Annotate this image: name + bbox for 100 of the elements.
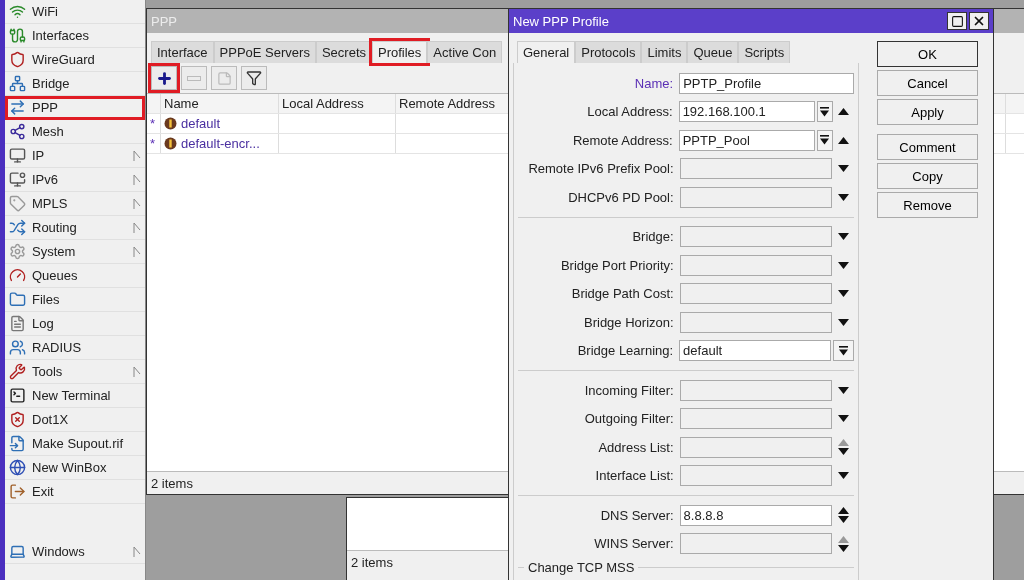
- input-field[interactable]: [679, 254, 833, 276]
- column-header[interactable]: Name: [161, 94, 279, 113]
- profile-icon: [164, 117, 177, 130]
- menu-item[interactable]: Make Supout.rif: [5, 432, 145, 456]
- up-down-arrows-icon[interactable]: [837, 535, 849, 552]
- input-field[interactable]: [679, 379, 833, 401]
- input-field[interactable]: default: [679, 340, 832, 362]
- menu-item[interactable]: Windows: [5, 540, 145, 564]
- close-button[interactable]: [969, 12, 989, 30]
- add-button[interactable]: [151, 66, 177, 90]
- field-label: Remote IPv6 Prefix Pool:: [527, 161, 675, 177]
- cable-icon: [9, 27, 26, 44]
- down-arrow-icon[interactable]: [837, 193, 849, 201]
- dialog-button[interactable]: Comment: [877, 134, 978, 160]
- field-label: Bridge Learning:: [576, 343, 675, 359]
- profile-icon: [164, 137, 177, 150]
- field-label: Bridge Horizon:: [583, 314, 675, 330]
- menu-item[interactable]: Files: [5, 288, 145, 312]
- dialog-button[interactable]: Apply: [877, 99, 978, 125]
- gear-icon: [9, 243, 26, 260]
- input-field[interactable]: 192.168.100.1: [678, 101, 815, 123]
- up-arrow-icon[interactable]: [837, 108, 849, 116]
- users-icon: [9, 339, 26, 356]
- menu-item[interactable]: RADIUS: [5, 336, 145, 360]
- menu-item[interactable]: Mesh: [5, 120, 145, 144]
- tag-icon: [9, 195, 26, 212]
- input-field[interactable]: 8.8.8.8: [679, 504, 833, 526]
- dialog-button[interactable]: Cancel: [877, 70, 978, 96]
- menu-item[interactable]: New WinBox: [5, 456, 145, 480]
- menu-item[interactable]: IPv6: [5, 168, 145, 192]
- dropdown-button[interactable]: [817, 129, 833, 151]
- menu-item[interactable]: WireGuard: [5, 48, 145, 72]
- menu-item[interactable]: System: [5, 240, 145, 264]
- dropdown-button[interactable]: [833, 340, 854, 362]
- field-label: Name:: [633, 75, 675, 91]
- input-field[interactable]: PPTP_Pool: [678, 129, 815, 151]
- menu-item[interactable]: WiFi: [5, 0, 145, 24]
- input-field[interactable]: [679, 311, 833, 333]
- down-arrow-icon[interactable]: [837, 318, 849, 326]
- menu-item[interactable]: Log: [5, 312, 145, 336]
- down-arrow-icon[interactable]: [837, 472, 849, 480]
- field-label: Bridge Path Cost:: [570, 286, 675, 302]
- up-down-arrows-icon[interactable]: [837, 439, 849, 456]
- input-field[interactable]: [679, 465, 833, 487]
- field-label: Remote Address:: [571, 132, 674, 148]
- maximize-button[interactable]: [947, 12, 967, 30]
- menu-item[interactable]: Interfaces: [5, 24, 145, 48]
- menu-item[interactable]: Routing: [5, 216, 145, 240]
- laptop-icon: [9, 543, 26, 560]
- dropdown-icon: [820, 106, 830, 117]
- input-field[interactable]: [679, 158, 833, 180]
- tab[interactable]: PPPoE Servers: [213, 41, 316, 63]
- down-arrow-icon[interactable]: [837, 261, 849, 269]
- network-icon: [9, 75, 26, 92]
- column-header[interactable]: Local Address: [279, 94, 396, 113]
- menu-item[interactable]: Tools: [5, 360, 145, 384]
- menu-item[interactable]: MPLS: [5, 192, 145, 216]
- field-label: Local Address:: [586, 104, 674, 120]
- input-field[interactable]: [679, 226, 833, 248]
- dialog-button[interactable]: Copy: [877, 163, 978, 189]
- menu-item[interactable]: Queues: [5, 264, 145, 288]
- down-arrow-icon[interactable]: [837, 386, 849, 394]
- tab[interactable]: General: [517, 41, 576, 63]
- input-field[interactable]: [679, 283, 833, 305]
- table-cell: *: [147, 114, 161, 133]
- tab[interactable]: Interface: [151, 41, 214, 63]
- note-icon: [216, 70, 232, 86]
- filter-button[interactable]: [241, 66, 267, 90]
- tab[interactable]: Scripts: [738, 41, 791, 63]
- tab[interactable]: Queue: [687, 41, 739, 63]
- up-down-arrows-icon[interactable]: [837, 507, 849, 524]
- input-field[interactable]: [679, 408, 833, 430]
- field-label: WINS Server:: [593, 536, 675, 552]
- tab[interactable]: Protocols: [575, 41, 642, 63]
- menu-item[interactable]: PPP: [5, 96, 145, 120]
- exit-icon: [9, 483, 26, 500]
- menu-item[interactable]: Bridge: [5, 72, 145, 96]
- input-field[interactable]: [679, 533, 833, 555]
- dropdown-button[interactable]: [817, 101, 833, 123]
- down-arrow-icon[interactable]: [837, 290, 849, 298]
- down-arrow-icon[interactable]: [837, 165, 849, 173]
- dialog-button[interactable]: OK: [877, 41, 978, 67]
- input-field[interactable]: [679, 186, 833, 208]
- menu-item[interactable]: Dot1X: [5, 408, 145, 432]
- tab[interactable]: Limits: [641, 41, 688, 63]
- dialog-button[interactable]: Remove: [877, 192, 978, 218]
- input-field[interactable]: PPTP_Profile: [679, 72, 854, 94]
- menu-item[interactable]: New Terminal: [5, 384, 145, 408]
- tab[interactable]: Profiles: [372, 41, 428, 63]
- up-arrow-icon[interactable]: [837, 136, 849, 144]
- field-label: DNS Server:: [599, 507, 675, 523]
- down-arrow-icon[interactable]: [837, 233, 849, 241]
- tab[interactable]: Active Con: [427, 41, 503, 63]
- arrows-icon: [9, 99, 26, 116]
- field-label: DHCPv6 PD Pool:: [567, 189, 675, 205]
- input-field[interactable]: [679, 436, 833, 458]
- down-arrow-icon[interactable]: [837, 415, 849, 423]
- minus-icon: [187, 75, 201, 81]
- menu-item[interactable]: IP: [5, 144, 145, 168]
- menu-item[interactable]: Exit: [5, 480, 145, 504]
